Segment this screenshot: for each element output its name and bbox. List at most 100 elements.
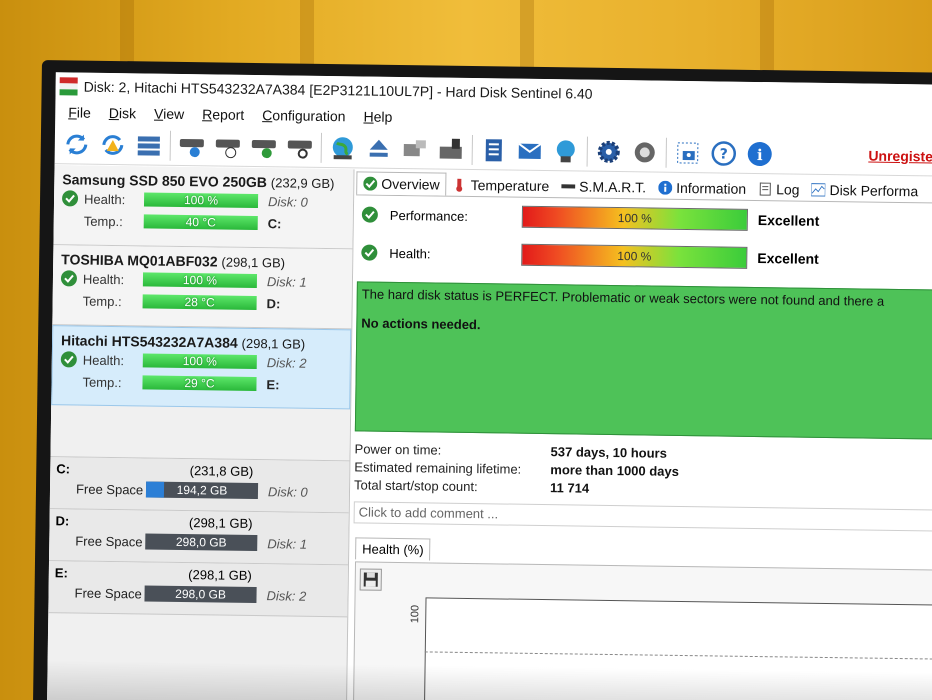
tab-disk-performance[interactable]: Disk Performa <box>805 179 924 203</box>
save-icon[interactable] <box>359 568 382 591</box>
disk-list-panel: Samsung SSD 850 EVO 250GB (232,9 GB) Hea… <box>46 165 355 700</box>
disk-card-1[interactable]: TOSHIBA MQ01ABF032 (298,1 GB) Health: 100… <box>52 245 353 330</box>
performance-label: Performance: <box>389 207 469 224</box>
disk-index: Disk: 0 <box>267 483 308 500</box>
tab-overview[interactable]: Overview <box>356 171 447 196</box>
free-space-label: Free Space <box>75 481 144 497</box>
disk-check-icon[interactable] <box>249 131 279 161</box>
performance-bar: 100 % <box>521 205 748 231</box>
temp-label: Temp.: <box>82 293 122 309</box>
app-flag-icon <box>59 77 78 96</box>
free-space-label: Free Space <box>74 585 142 601</box>
disk-list-icon[interactable] <box>134 130 164 160</box>
volume-letter: E: <box>54 565 68 581</box>
free-space-label: Free Space <box>75 533 143 549</box>
health-row: Health: 100 % Excellent <box>355 233 932 279</box>
empty-disk-area <box>50 405 351 462</box>
tab-smart[interactable]: S.M.A.R.T. <box>555 175 652 198</box>
comment-field[interactable]: Click to add comment ... <box>353 501 932 532</box>
drive-tools-icon[interactable] <box>400 134 430 164</box>
app-window: Disk: 2, Hitachi HTS543232A7A384 [E2P312… <box>46 72 932 700</box>
temp-bar: 40 °C <box>143 214 258 231</box>
menu-disk[interactable]: Disk <box>100 105 145 122</box>
disk-index: Disk: 0 <box>267 193 308 210</box>
menu-file[interactable]: File <box>59 104 100 121</box>
details-panel: Overview Temperature S.M.A.R.T. Informat… <box>348 169 932 700</box>
health-bar: 100 % <box>143 192 259 209</box>
network-icon[interactable] <box>551 136 581 166</box>
performance-chart-icon <box>811 183 826 197</box>
svg-text:i: i <box>757 145 763 163</box>
startstop-label: Total start/stop count: <box>353 477 478 495</box>
temp-label: Temp.: <box>83 213 123 229</box>
drive-letter: D: <box>266 295 281 311</box>
drive-icon <box>561 179 576 193</box>
check-icon <box>60 351 77 368</box>
check-icon <box>361 244 378 261</box>
free-space-bar: 194,2 GB <box>145 481 259 500</box>
globe-icon[interactable] <box>328 133 358 163</box>
sound-icon[interactable] <box>630 137 660 167</box>
log-icon <box>758 182 772 196</box>
health-bar: 100 % <box>142 272 258 289</box>
screenshot-icon[interactable] <box>673 137 703 167</box>
temp-label: Temp.: <box>82 374 122 390</box>
tab-label: Log <box>776 181 800 198</box>
volume-size: (231,8 GB) <box>189 463 254 479</box>
health-bar: 100 % <box>521 243 748 269</box>
disk-card-2[interactable]: Hitachi HTS543232A7A384 (298,1 GB) Healt… <box>51 325 352 410</box>
check-circle-icon <box>363 176 378 191</box>
temp-bar: 28 °C <box>142 294 257 311</box>
info-icon[interactable]: i <box>745 138 775 168</box>
tab-health-percent[interactable]: Health (%) <box>355 537 431 561</box>
disk-index: Disk: 2 <box>266 587 307 604</box>
disk-schedule-icon[interactable] <box>213 131 243 161</box>
svg-text:?: ? <box>720 146 728 162</box>
window-title: Disk: 2, Hitachi HTS543232A7A384 [E2P312… <box>83 78 593 102</box>
free-space-bar: 298,0 GB <box>145 533 258 552</box>
unregistered-link[interactable]: Unregistered <box>868 148 932 165</box>
tab-log[interactable]: Log <box>752 178 806 201</box>
volume-size: (298,1 GB) <box>188 567 252 583</box>
drive-info-icon[interactable] <box>436 134 466 164</box>
drive-letter: C: <box>267 215 282 231</box>
disk-stats: Power on time: 537 days, 10 hours Estimat… <box>354 441 679 500</box>
mail-icon[interactable] <box>515 135 545 165</box>
menu-view[interactable]: View <box>145 105 193 122</box>
eject-icon[interactable] <box>364 133 394 163</box>
health-label: Health: <box>389 245 431 261</box>
health-label: Health: <box>82 352 125 368</box>
tab-label: Overview <box>381 175 440 193</box>
drive-letter: E: <box>266 376 280 392</box>
volume-letter: C: <box>56 461 71 477</box>
status-message-box: The hard disk status is PERFECT. Problem… <box>354 281 932 440</box>
gear-icon[interactable] <box>594 136 624 166</box>
refresh-warning-icon[interactable] <box>98 129 128 159</box>
tab-label: S.M.A.R.T. <box>579 178 647 196</box>
disk-card-0[interactable]: Samsung SSD 850 EVO 250GB (232,9 GB) Hea… <box>53 165 354 250</box>
health-label: Health: <box>82 271 125 287</box>
lifetime-value: more than 1000 days <box>550 462 680 479</box>
info-icon <box>658 180 673 195</box>
refresh-icon[interactable] <box>62 129 92 159</box>
health-bar: 100 % <box>142 353 257 370</box>
help-icon[interactable]: ? <box>709 138 739 168</box>
menu-help[interactable]: Help <box>354 108 401 125</box>
thermometer-icon <box>453 178 467 192</box>
health-chart-section: Health (%) 100 <box>352 537 932 700</box>
check-icon <box>60 270 78 287</box>
disk-search-icon[interactable] <box>285 132 315 162</box>
menu-report[interactable]: Report <box>193 106 253 123</box>
volume-card-d[interactable]: D: (298,1 GB) Free Space 298,0 GB Disk: 1 <box>49 509 349 566</box>
menu-configuration[interactable]: Configuration <box>253 107 355 124</box>
volume-letter: D: <box>55 513 70 529</box>
volume-card-c[interactable]: C: (231,8 GB) Free Space 194,2 GB Disk: 0 <box>49 457 350 514</box>
y-tick-label: 100 <box>409 604 422 624</box>
disk-health-icon[interactable] <box>177 130 207 160</box>
tab-temperature[interactable]: Temperature <box>447 174 556 198</box>
notes-icon[interactable] <box>479 135 509 165</box>
volume-size: (298,1 GB) <box>188 515 253 531</box>
tab-information[interactable]: Information <box>652 177 752 200</box>
disk-index: Disk: 1 <box>266 273 307 290</box>
volume-card-e[interactable]: E: (298,1 GB) Free Space 298,0 GB Disk: 2 <box>48 561 348 618</box>
